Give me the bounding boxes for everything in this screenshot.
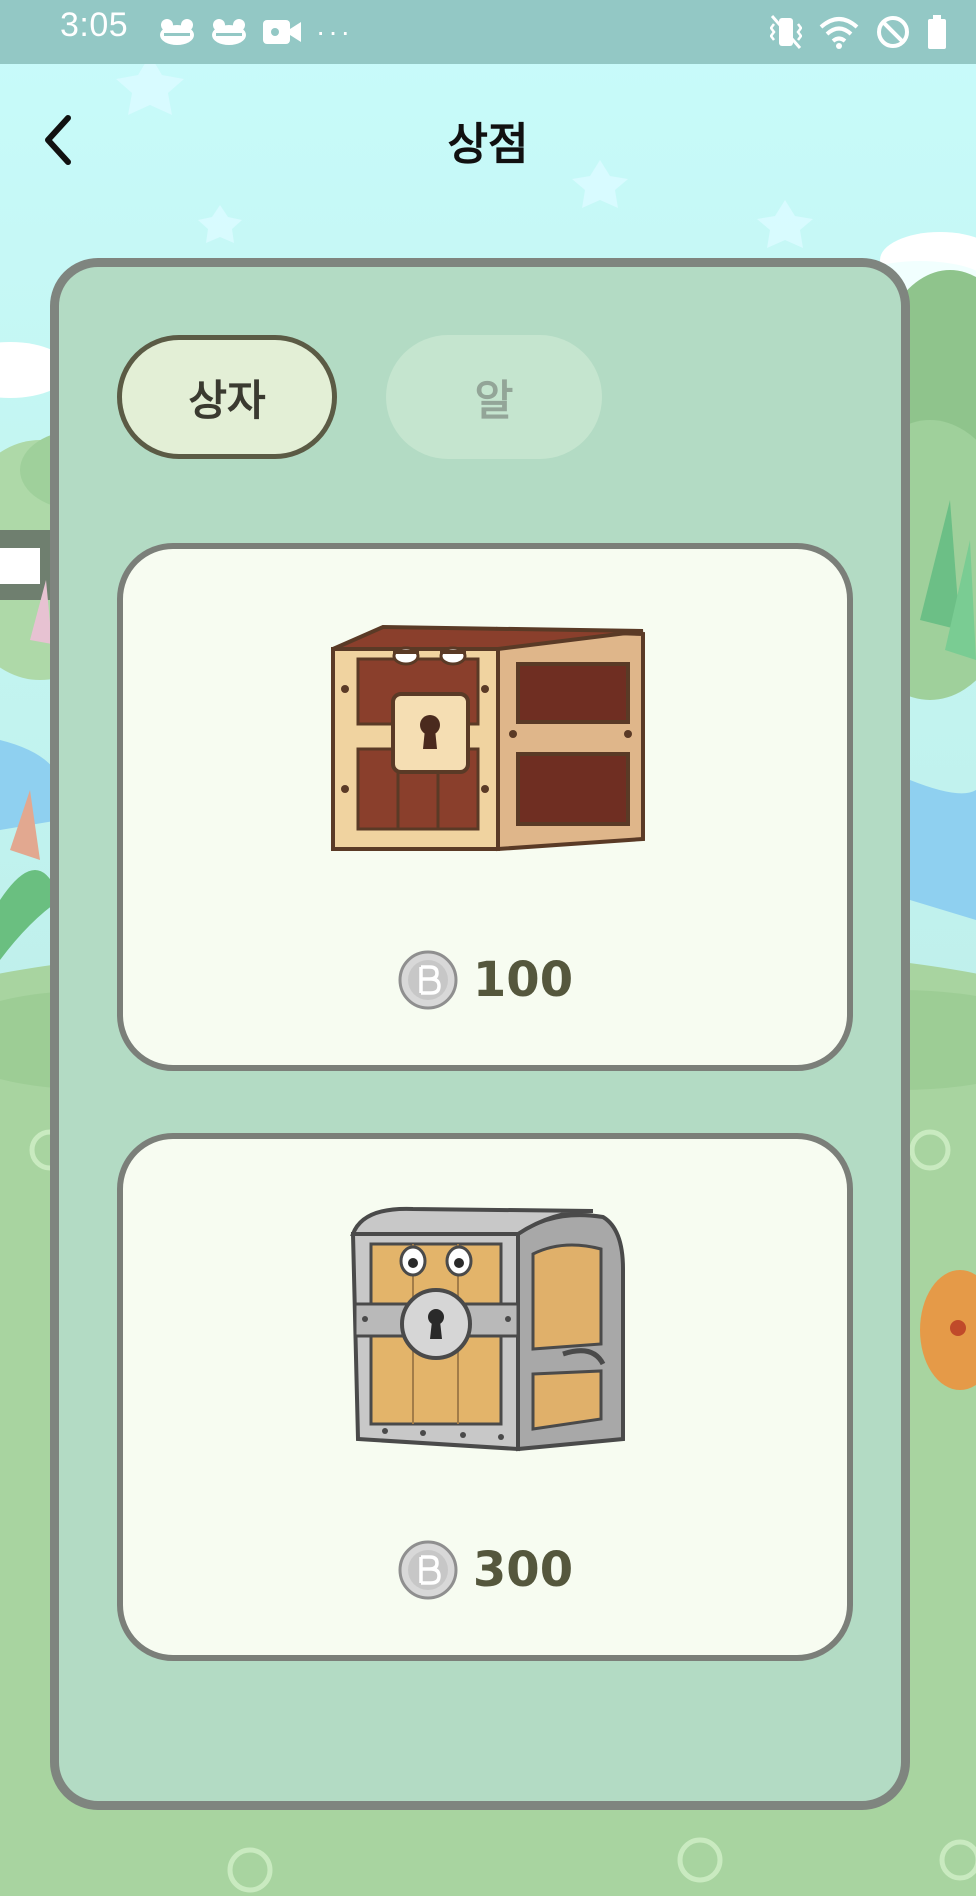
shop-item-card[interactable]: 300 [117,1133,853,1661]
status-bar: 3:05 ··· [0,0,976,64]
price-value: 100 [472,952,574,1008]
coin-icon [398,1540,458,1600]
price-row: 100 [123,945,847,1015]
vibrate-icon [770,15,802,49]
price-value: 300 [472,1542,574,1598]
wifi-icon [819,17,859,49]
frog-notification-icon [160,19,194,45]
status-time: 3:05 [60,6,129,44]
status-overflow: ··· [316,16,353,47]
wooden-chest-icon [331,624,645,852]
status-system-icons [770,12,948,52]
page-title: 상점 [447,119,529,170]
tab-box[interactable]: 상자 [117,335,337,459]
video-icon [263,20,301,44]
frog-notification-icon [212,19,246,45]
price-row: 300 [123,1535,847,1605]
tab-egg[interactable]: 알 [386,335,602,459]
coin-icon [398,950,458,1010]
do-not-disturb-icon [877,16,909,48]
iron-chest-icon [350,1206,625,1452]
shop-panel: 상자 알 100 300 [50,258,910,1810]
shop-item-card[interactable]: 100 [117,543,853,1071]
status-notification-icons: ··· [158,14,353,50]
battery-icon [928,15,946,49]
shop-screen: 3:05 ··· 상점 상자 알 100 300 [0,0,976,1896]
